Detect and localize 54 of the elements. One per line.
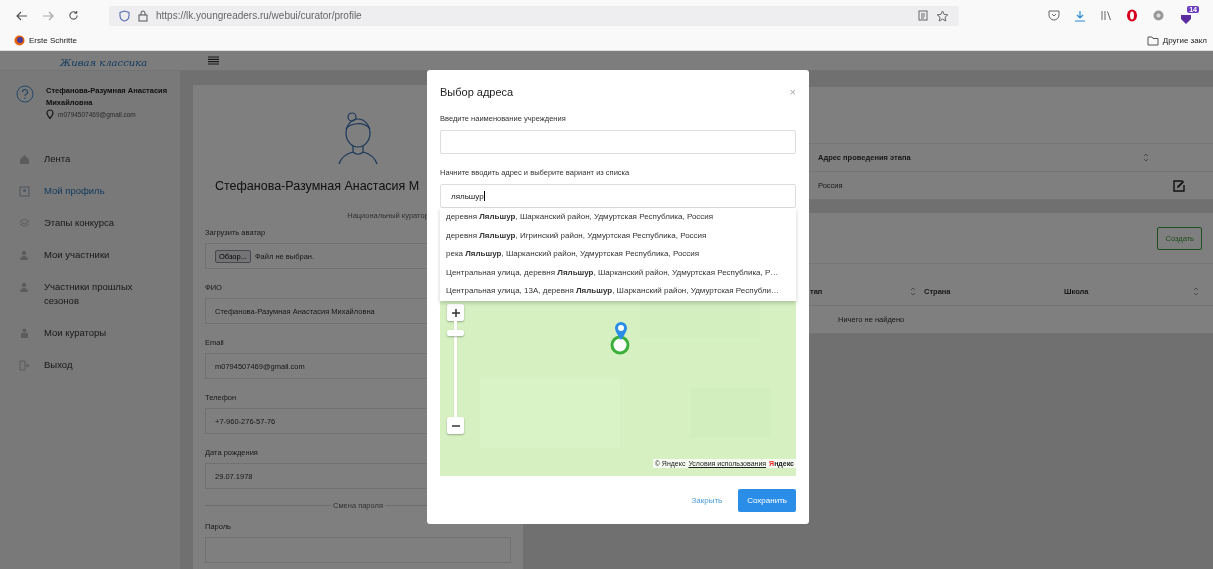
nav-item[interactable]: Мой профиль: [0, 175, 180, 207]
profile-name: Стефанова-Разумная Анастасия М: [215, 179, 420, 193]
help-icon: [16, 85, 34, 103]
nav-item[interactable]: Лента: [0, 143, 180, 175]
user-icon: [19, 328, 30, 339]
dialog-title: Выбор адреса: [440, 86, 514, 98]
save-button[interactable]: Сохранить: [738, 489, 796, 512]
input-field[interactable]: [440, 130, 796, 154]
address-field[interactable]: ляльшур: [440, 184, 796, 208]
nav-item[interactable]: Мои участники: [0, 239, 180, 271]
download-icon[interactable]: [1074, 9, 1086, 22]
suggestion-item[interactable]: Центральная улица, 13А, деревня Ляльшур, Шарканский район, Удмуртская Республи…: [440, 282, 796, 301]
pocket-icon[interactable]: [1048, 10, 1060, 21]
zoom-in-button[interactable]: [447, 304, 464, 321]
location-pin-icon: [46, 109, 54, 119]
suggestion-item[interactable]: деревня Ляльшур, Игринский район, Удмуртская Республика, Россия: [440, 226, 796, 245]
sort-icon[interactable]: [1193, 287, 1199, 296]
browser-logo-icon: [14, 35, 25, 46]
address-bar[interactable]: https://lk.youngreaders.ru/webui/curator/profile: [109, 5, 959, 26]
back-icon[interactable]: [16, 10, 28, 21]
gear-icon[interactable]: [1152, 9, 1165, 22]
home-icon: [19, 154, 30, 165]
close-link[interactable]: Закрыть: [691, 496, 723, 505]
folder-icon: [1146, 35, 1159, 46]
url-text: https://lk.youngreaders.ru/webui/curator/profile: [156, 10, 362, 21]
layers-icon: [19, 218, 30, 229]
forward-icon[interactable]: [42, 10, 54, 21]
users-icon: [19, 250, 30, 261]
logo[interactable]: Живая классика: [60, 56, 148, 68]
edit-icon[interactable]: [1173, 179, 1185, 192]
profile-icon: [19, 186, 30, 197]
suggestion-item[interactable]: деревня Ляльшур, Шарканский район, Удмуртская Республика, Россия: [440, 208, 796, 227]
nav-item[interactable]: Выход: [0, 349, 180, 381]
nav-item[interactable]: Мои кураторы: [0, 317, 180, 349]
plus-icon: [451, 308, 460, 317]
zoom-slider-handle[interactable]: [447, 330, 464, 336]
lock-icon: [138, 9, 148, 22]
menu-icon[interactable]: [208, 56, 219, 65]
exit-icon: [19, 360, 30, 371]
other-bookmarks[interactable]: Другие закл: [1146, 35, 1207, 46]
close-button[interactable]: ×: [789, 86, 796, 98]
sort-icon[interactable]: [1143, 153, 1149, 162]
reader-view-icon[interactable]: [918, 10, 928, 21]
star-icon[interactable]: [936, 9, 949, 22]
library-icon[interactable]: [1100, 10, 1112, 21]
o-logo-icon[interactable]: [1126, 9, 1138, 22]
nav-item[interactable]: Этапы конкурса: [0, 207, 180, 239]
sort-icon[interactable]: [910, 287, 916, 296]
shield-icon: [119, 9, 130, 22]
bookmark[interactable]: Erste Schritte: [14, 35, 77, 46]
zoom-out-button[interactable]: [447, 417, 464, 434]
nav-item[interactable]: Участники прошлых сезонов: [0, 271, 180, 317]
reload-icon[interactable]: [68, 10, 79, 21]
users-icon: [19, 282, 30, 293]
